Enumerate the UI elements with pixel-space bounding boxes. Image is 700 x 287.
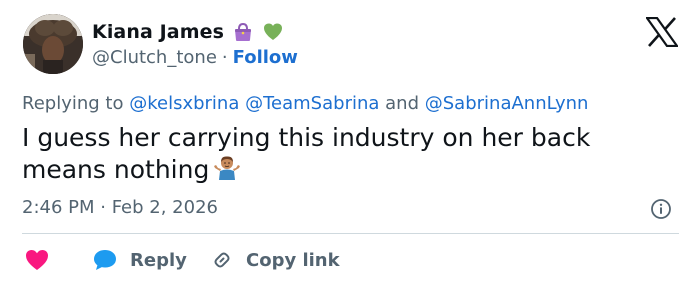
heart-icon <box>26 250 48 270</box>
avatar-image <box>23 14 83 74</box>
reply-label: Reply <box>130 249 187 271</box>
tweet-card: Kiana James @Clutch_tone · Follow Replyi… <box>0 0 700 287</box>
like-button[interactable] <box>24 248 92 272</box>
purse-emoji-icon <box>232 21 254 43</box>
tweet-text: I guess her carrying this industry on he… <box>22 122 662 186</box>
x-logo-icon[interactable] <box>644 16 680 48</box>
author-handle[interactable]: @Clutch_tone <box>92 47 217 68</box>
handle-separator: · <box>221 47 228 68</box>
copy-link-button[interactable]: Copy link <box>210 248 340 272</box>
tweet-actions: Reply Copy link <box>24 246 340 274</box>
replying-to-line: Replying to @kelsxbrina @TeamSabrina and… <box>22 93 588 114</box>
author-handle-row: @Clutch_tone · Follow <box>92 47 298 68</box>
reply-bubble-icon <box>94 250 116 270</box>
green-heart-emoji-icon <box>262 21 284 43</box>
man-shrugging-emoji-icon <box>213 154 241 182</box>
author-display-name[interactable]: Kiana James <box>92 21 224 43</box>
info-icon[interactable] <box>650 198 672 220</box>
reply-button[interactable]: Reply <box>92 248 210 272</box>
tweet-body: I guess her carrying this industry on he… <box>22 123 591 184</box>
replying-conjunction: and <box>385 93 420 114</box>
mention-link[interactable]: @SabrinaAnnLynn <box>425 93 589 114</box>
mention-link[interactable]: @kelsxbrina <box>129 93 239 114</box>
avatar[interactable] <box>23 14 83 74</box>
link-icon <box>214 252 230 268</box>
replying-prefix: Replying to <box>22 93 124 114</box>
author-name-row: Kiana James <box>92 19 284 45</box>
mention-link[interactable]: @TeamSabrina <box>245 93 379 114</box>
divider <box>22 233 679 234</box>
follow-button[interactable]: Follow <box>233 47 298 68</box>
tweet-timestamp[interactable]: 2:46 PM · Feb 2, 2026 <box>22 197 218 218</box>
copy-link-label: Copy link <box>246 249 340 271</box>
